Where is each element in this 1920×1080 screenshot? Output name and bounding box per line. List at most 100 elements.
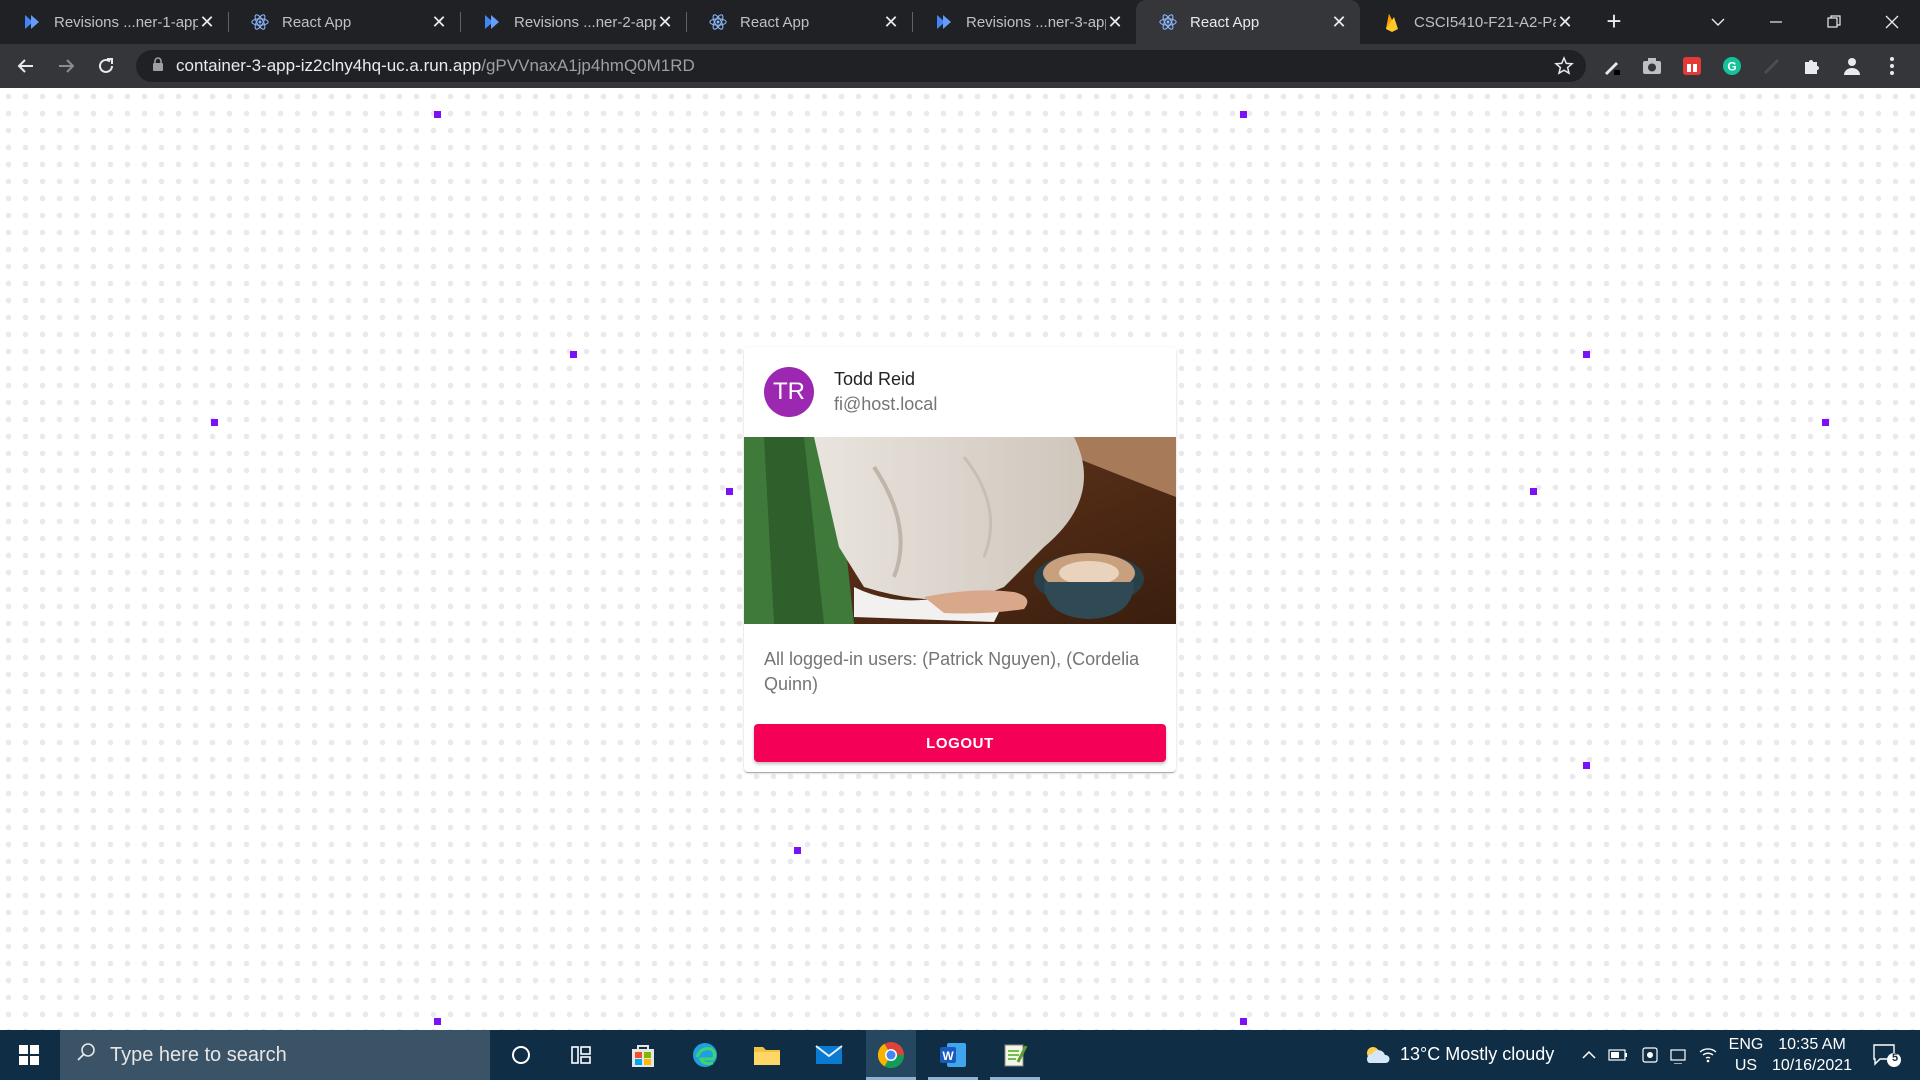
tab-title: Revisions ...ner-2-app [514,13,656,31]
browser-toolbar: container-3-app-iz2clny4hq-uc.a.run.app /… [0,44,1920,88]
accent-dot [434,111,441,118]
tab-title: CSCI5410-F21-A2-Par [1414,13,1556,31]
profile-icon[interactable] [1840,54,1864,78]
cloud-run-icon [482,12,502,32]
lock-icon [152,56,164,76]
file-explorer-icon[interactable] [742,1030,792,1080]
word-icon[interactable]: W [928,1030,978,1080]
wifi-icon[interactable] [1696,1030,1720,1080]
minimize-icon[interactable] [1748,0,1804,44]
battery-icon[interactable] [1606,1030,1630,1080]
mail-icon[interactable] [804,1030,854,1080]
tab-title: React App [1190,13,1260,31]
accent-dot [570,351,577,358]
close-icon[interactable]: ✕ [198,12,216,33]
close-icon[interactable]: ✕ [1330,12,1348,33]
close-icon[interactable]: ✕ [1556,12,1574,33]
tab-title: Revisions ...ner-1-app [54,13,198,31]
tab-title: Revisions ...ner-3-app [966,13,1106,31]
close-icon[interactable]: ✕ [1106,12,1124,33]
tab-react-app-2[interactable]: React App ✕ [686,0,912,44]
tab-firebase[interactable]: CSCI5410-F21-A2-Par ✕ [1360,0,1586,44]
url-host: container-3-app-iz2clny4hq-uc.a.run.app [176,56,482,75]
notification-count: 5 [1892,1052,1899,1064]
close-window-icon[interactable] [1864,0,1920,44]
forward-button[interactable] [52,52,80,80]
user-card: TR Todd Reid fi@host.local All logged-in… [744,347,1176,772]
tab-revisions-3[interactable]: Revisions ...ner-3-app ✕ [912,0,1136,44]
tab-title: React App [282,13,352,31]
pen-extension-icon[interactable] [1600,54,1624,78]
accent-dot [1240,1018,1247,1025]
accent-dot [211,419,218,426]
tab-react-app-active[interactable]: React App ✕ [1136,0,1360,44]
logout-button[interactable]: LOGOUT [754,724,1166,762]
logged-in-users-text: All logged-in users: (Patrick Nguyen), (… [764,649,1140,694]
user-email: fi@host.local [834,394,938,414]
meet-now-icon[interactable] [1638,1030,1662,1080]
extensions-puzzle-icon[interactable] [1800,54,1824,78]
gift-extension-icon[interactable] [1680,54,1704,78]
cortana-icon[interactable] [496,1030,546,1080]
svg-text:G: G [1727,60,1736,74]
accent-dot [1822,419,1829,426]
card-media-image [744,437,1176,624]
more-menu-icon[interactable] [1880,54,1904,78]
accent-dot [1240,111,1247,118]
tab-revisions-2[interactable]: Revisions ...ner-2-app ✕ [460,0,686,44]
edge-icon[interactable] [680,1030,730,1080]
store-icon[interactable] [618,1030,668,1080]
restore-icon[interactable] [1806,0,1862,44]
notepad-plus-icon[interactable] [990,1030,1040,1080]
clock-date[interactable]: 10/16/2021 [1772,1057,1852,1075]
accent-dot [794,847,801,854]
dotted-background: TR Todd Reid fi@host.local All logged-in… [0,88,1920,1030]
tab-revisions-1[interactable]: Revisions ...ner-1-app ✕ [0,0,228,44]
camera-extension-icon[interactable] [1640,54,1664,78]
notifications-icon[interactable]: 5 [1862,1030,1912,1080]
bookmark-star-icon[interactable] [1554,56,1574,81]
windows-start-icon[interactable] [0,1030,58,1080]
tab-react-app-1[interactable]: React App ✕ [228,0,460,44]
clock-time[interactable]: 10:35 AM [1772,1036,1852,1054]
react-icon [708,12,728,32]
close-icon[interactable]: ✕ [882,12,900,33]
cloudy-weather-icon[interactable] [1362,1030,1392,1080]
search-placeholder: Type here to search [110,1043,287,1066]
avatar: TR [764,367,814,417]
reload-button[interactable] [92,52,120,80]
tab-title: React App [740,13,810,31]
close-icon[interactable]: ✕ [656,12,674,33]
accent-dot [1583,351,1590,358]
cloud-run-icon [934,12,954,32]
windows-taskbar: Type here to search W 13°C Mostly cloudy… [0,1030,1920,1080]
url-path: /gPVVnaxA1jp4hmQ0M1RD [481,56,695,75]
accent-dot [726,488,733,495]
back-button[interactable] [12,52,40,80]
browser-tab-strip: Revisions ...ner-1-app ✕ React App ✕ Rev… [0,0,1920,44]
accent-dot [434,1018,441,1025]
close-icon[interactable]: ✕ [430,12,448,33]
region-indicator[interactable]: US [1726,1057,1766,1075]
new-tab-button[interactable]: + [1600,8,1628,36]
accent-dot [1583,762,1590,769]
chevron-up-icon[interactable] [1578,1030,1600,1080]
tab-search-icon[interactable] [1690,0,1746,44]
accent-dot [1530,488,1537,495]
grammarly-icon[interactable]: G [1720,54,1744,78]
address-bar[interactable]: container-3-app-iz2clny4hq-uc.a.run.app /… [136,50,1586,82]
cloud-run-icon [22,12,42,32]
taskbar-search-box[interactable]: Type here to search [60,1030,490,1080]
react-icon [250,12,270,32]
user-name: Todd Reid [834,369,916,389]
language-indicator[interactable]: ENG [1726,1036,1766,1054]
react-icon [1158,12,1178,32]
task-view-icon[interactable] [556,1030,606,1080]
chrome-icon[interactable] [866,1030,916,1080]
firebase-icon [1382,12,1402,32]
network-icon[interactable] [1666,1030,1690,1080]
svg-text:W: W [942,1049,954,1063]
disabled-extension-icon[interactable] [1760,54,1784,78]
search-icon [76,1042,96,1068]
weather-text[interactable]: 13°C Mostly cloudy [1400,1044,1570,1065]
